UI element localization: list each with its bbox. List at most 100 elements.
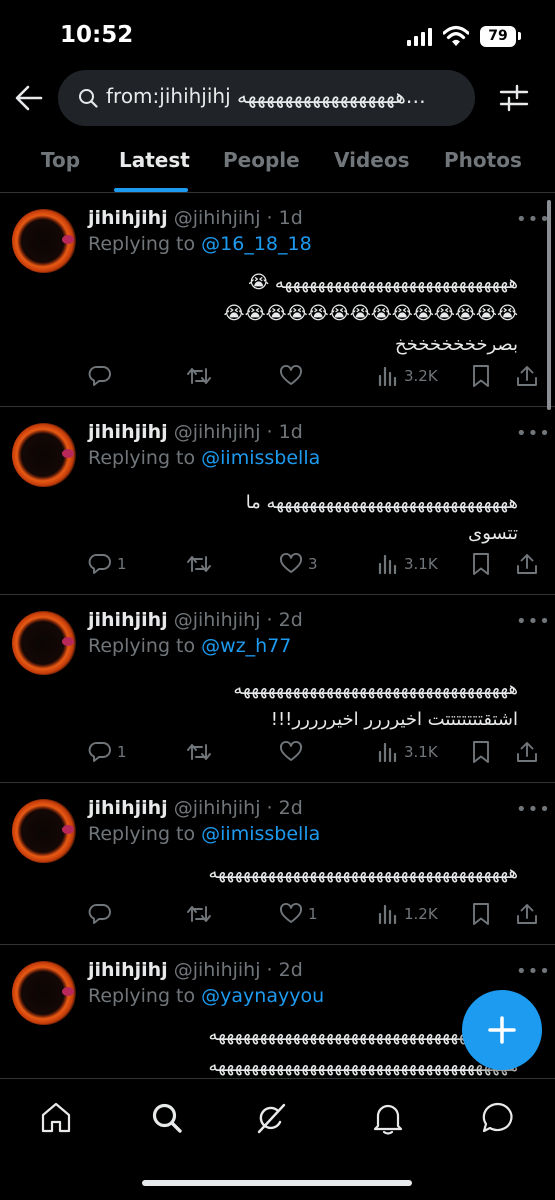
retweet-button[interactable] [186, 549, 212, 579]
like-count: 3 [308, 555, 318, 573]
view-count: 3.1K [404, 555, 438, 573]
reply-handle-link[interactable]: @iimissbella [201, 823, 320, 845]
nav-home[interactable] [39, 1101, 73, 1135]
views-button[interactable]: 3.2K [377, 361, 438, 391]
reply-button[interactable] [88, 361, 117, 391]
views-button[interactable]: 3.1K [377, 549, 438, 579]
tweet[interactable]: jihihjihj @jihihjihj · 2d ••• Replying t… [0, 595, 555, 783]
more-options-icon[interactable]: ••• [516, 961, 551, 982]
tweet-header: jihihjihj @jihihjihj · 1d [88, 207, 303, 229]
reply-handle-link[interactable]: @16_18_18 [201, 233, 312, 255]
share-button[interactable] [515, 737, 539, 767]
share-button[interactable] [515, 361, 539, 391]
retweet-button[interactable] [186, 737, 212, 767]
tweet-text: ههههههههههههههههههههههههههههههههههههه [88, 857, 518, 888]
tab-top[interactable]: Top [41, 148, 80, 172]
search-icon [79, 89, 98, 108]
reply-count: 1 [117, 743, 127, 761]
nav-search[interactable] [150, 1101, 184, 1135]
compose-button[interactable] [462, 990, 542, 1070]
avatar[interactable] [12, 423, 76, 487]
avatar[interactable] [12, 209, 76, 273]
display-name[interactable]: jihihjihj [88, 609, 168, 631]
bookmark-icon [473, 365, 489, 387]
bell-icon [373, 1104, 403, 1135]
tweet-actions: 1 3 3.1K [88, 549, 543, 579]
tweet-feed[interactable]: jihihjihj @jihihjihj · 1d ••• Replying t… [0, 193, 555, 1078]
tweet-text-line: اشتقتتتتتتتت اخيرررر اخيررررر!!! [270, 709, 518, 730]
bookmark-button[interactable] [471, 549, 491, 579]
heart-icon [280, 902, 302, 923]
nav-notifications[interactable] [371, 1101, 405, 1135]
share-button[interactable] [515, 549, 539, 579]
avatar[interactable] [12, 961, 76, 1025]
display-name[interactable]: jihihjihj [88, 959, 168, 981]
share-icon [517, 366, 537, 386]
messages-icon [482, 1102, 513, 1133]
tweet-text-line: ههههههههههههههههههههههههههههههههههههه [208, 1055, 518, 1076]
more-options-icon[interactable]: ••• [516, 611, 551, 632]
tweet[interactable]: jihihjihj @jihihjihj · 2d ••• Replying t… [0, 783, 555, 945]
tweet-header: jihihjihj @jihihjihj · 2d [88, 609, 303, 631]
tweet-text: ههههههههههههههههههههههههههههههههههههه هه… [88, 1019, 518, 1078]
more-options-icon[interactable]: ••• [516, 423, 551, 444]
sliders-icon [499, 84, 529, 112]
home-indicator [142, 1180, 412, 1186]
like-button[interactable]: 3 [279, 549, 318, 579]
reply-button[interactable] [88, 899, 117, 929]
arrow-left-icon [15, 85, 43, 111]
tab-photos[interactable]: Photos [444, 148, 522, 172]
avatar[interactable] [12, 799, 76, 863]
more-options-icon[interactable]: ••• [516, 799, 551, 820]
display-name[interactable]: jihihjihj [88, 207, 168, 229]
cellular-signal-icon [407, 28, 433, 46]
replying-to: Replying to @16_18_18 [88, 233, 312, 255]
bookmark-button[interactable] [471, 361, 491, 391]
replying-to: Replying to @iimissbella [88, 823, 320, 845]
reply-handle-link[interactable]: @yaynayyou [201, 985, 324, 1007]
scrollbar[interactable] [547, 200, 551, 410]
bar-chart-icon [378, 904, 397, 925]
tweet-text-line: ههههههههههههههههههههههههههههههههههههه [208, 1024, 518, 1045]
plus-icon [488, 1016, 516, 1044]
search-filter-button[interactable] [498, 82, 530, 114]
tab-videos[interactable]: Videos [334, 148, 410, 172]
reply-icon [88, 554, 111, 574]
tweet[interactable]: jihihjihj @jihihjihj · 1d ••• Replying t… [0, 407, 555, 595]
more-options-icon[interactable]: ••• [516, 209, 551, 230]
reply-button[interactable]: 1 [88, 737, 127, 767]
search-tabs: Top Latest People Videos Photos [0, 140, 555, 193]
share-button[interactable] [515, 899, 539, 929]
like-button[interactable]: 1 [279, 899, 318, 929]
like-button[interactable] [279, 737, 308, 767]
views-button[interactable]: 1.2K [377, 899, 438, 929]
search-input[interactable]: from:jihihjihj هههههههههههههههههه… [58, 70, 475, 126]
avatar[interactable] [12, 611, 76, 675]
views-button[interactable]: 3.1K [377, 737, 438, 767]
grok-icon [257, 1103, 286, 1134]
heart-icon [280, 740, 302, 761]
tweet-text-line: ههههههههههههههههههههههههههههه 😭 [248, 272, 518, 293]
nav-grok[interactable] [254, 1101, 288, 1135]
reply-icon [88, 904, 111, 924]
display-name[interactable]: jihihjihj [88, 797, 168, 819]
retweet-button[interactable] [186, 899, 212, 929]
replying-to: Replying to @wz_h77 [88, 635, 291, 657]
nav-messages[interactable] [481, 1101, 515, 1135]
replying-prefix: Replying to [88, 823, 202, 845]
back-button[interactable] [14, 84, 46, 112]
reply-handle-link[interactable]: @wz_h77 [201, 635, 291, 657]
display-name[interactable]: jihihjihj [88, 421, 168, 443]
reply-handle-link[interactable]: @iimissbella [201, 447, 320, 469]
bookmark-button[interactable] [471, 899, 491, 929]
like-button[interactable] [279, 361, 308, 391]
replying-prefix: Replying to [88, 635, 202, 657]
retweet-button[interactable] [186, 361, 212, 391]
bookmark-button[interactable] [471, 737, 491, 767]
reply-button[interactable]: 1 [88, 549, 127, 579]
tab-people[interactable]: People [223, 148, 300, 172]
tweet-text-line: تتسوى [468, 523, 518, 544]
tweet[interactable]: jihihjihj @jihihjihj · 1d ••• Replying t… [0, 193, 555, 407]
reply-icon [88, 366, 111, 386]
tab-latest[interactable]: Latest [119, 148, 190, 172]
